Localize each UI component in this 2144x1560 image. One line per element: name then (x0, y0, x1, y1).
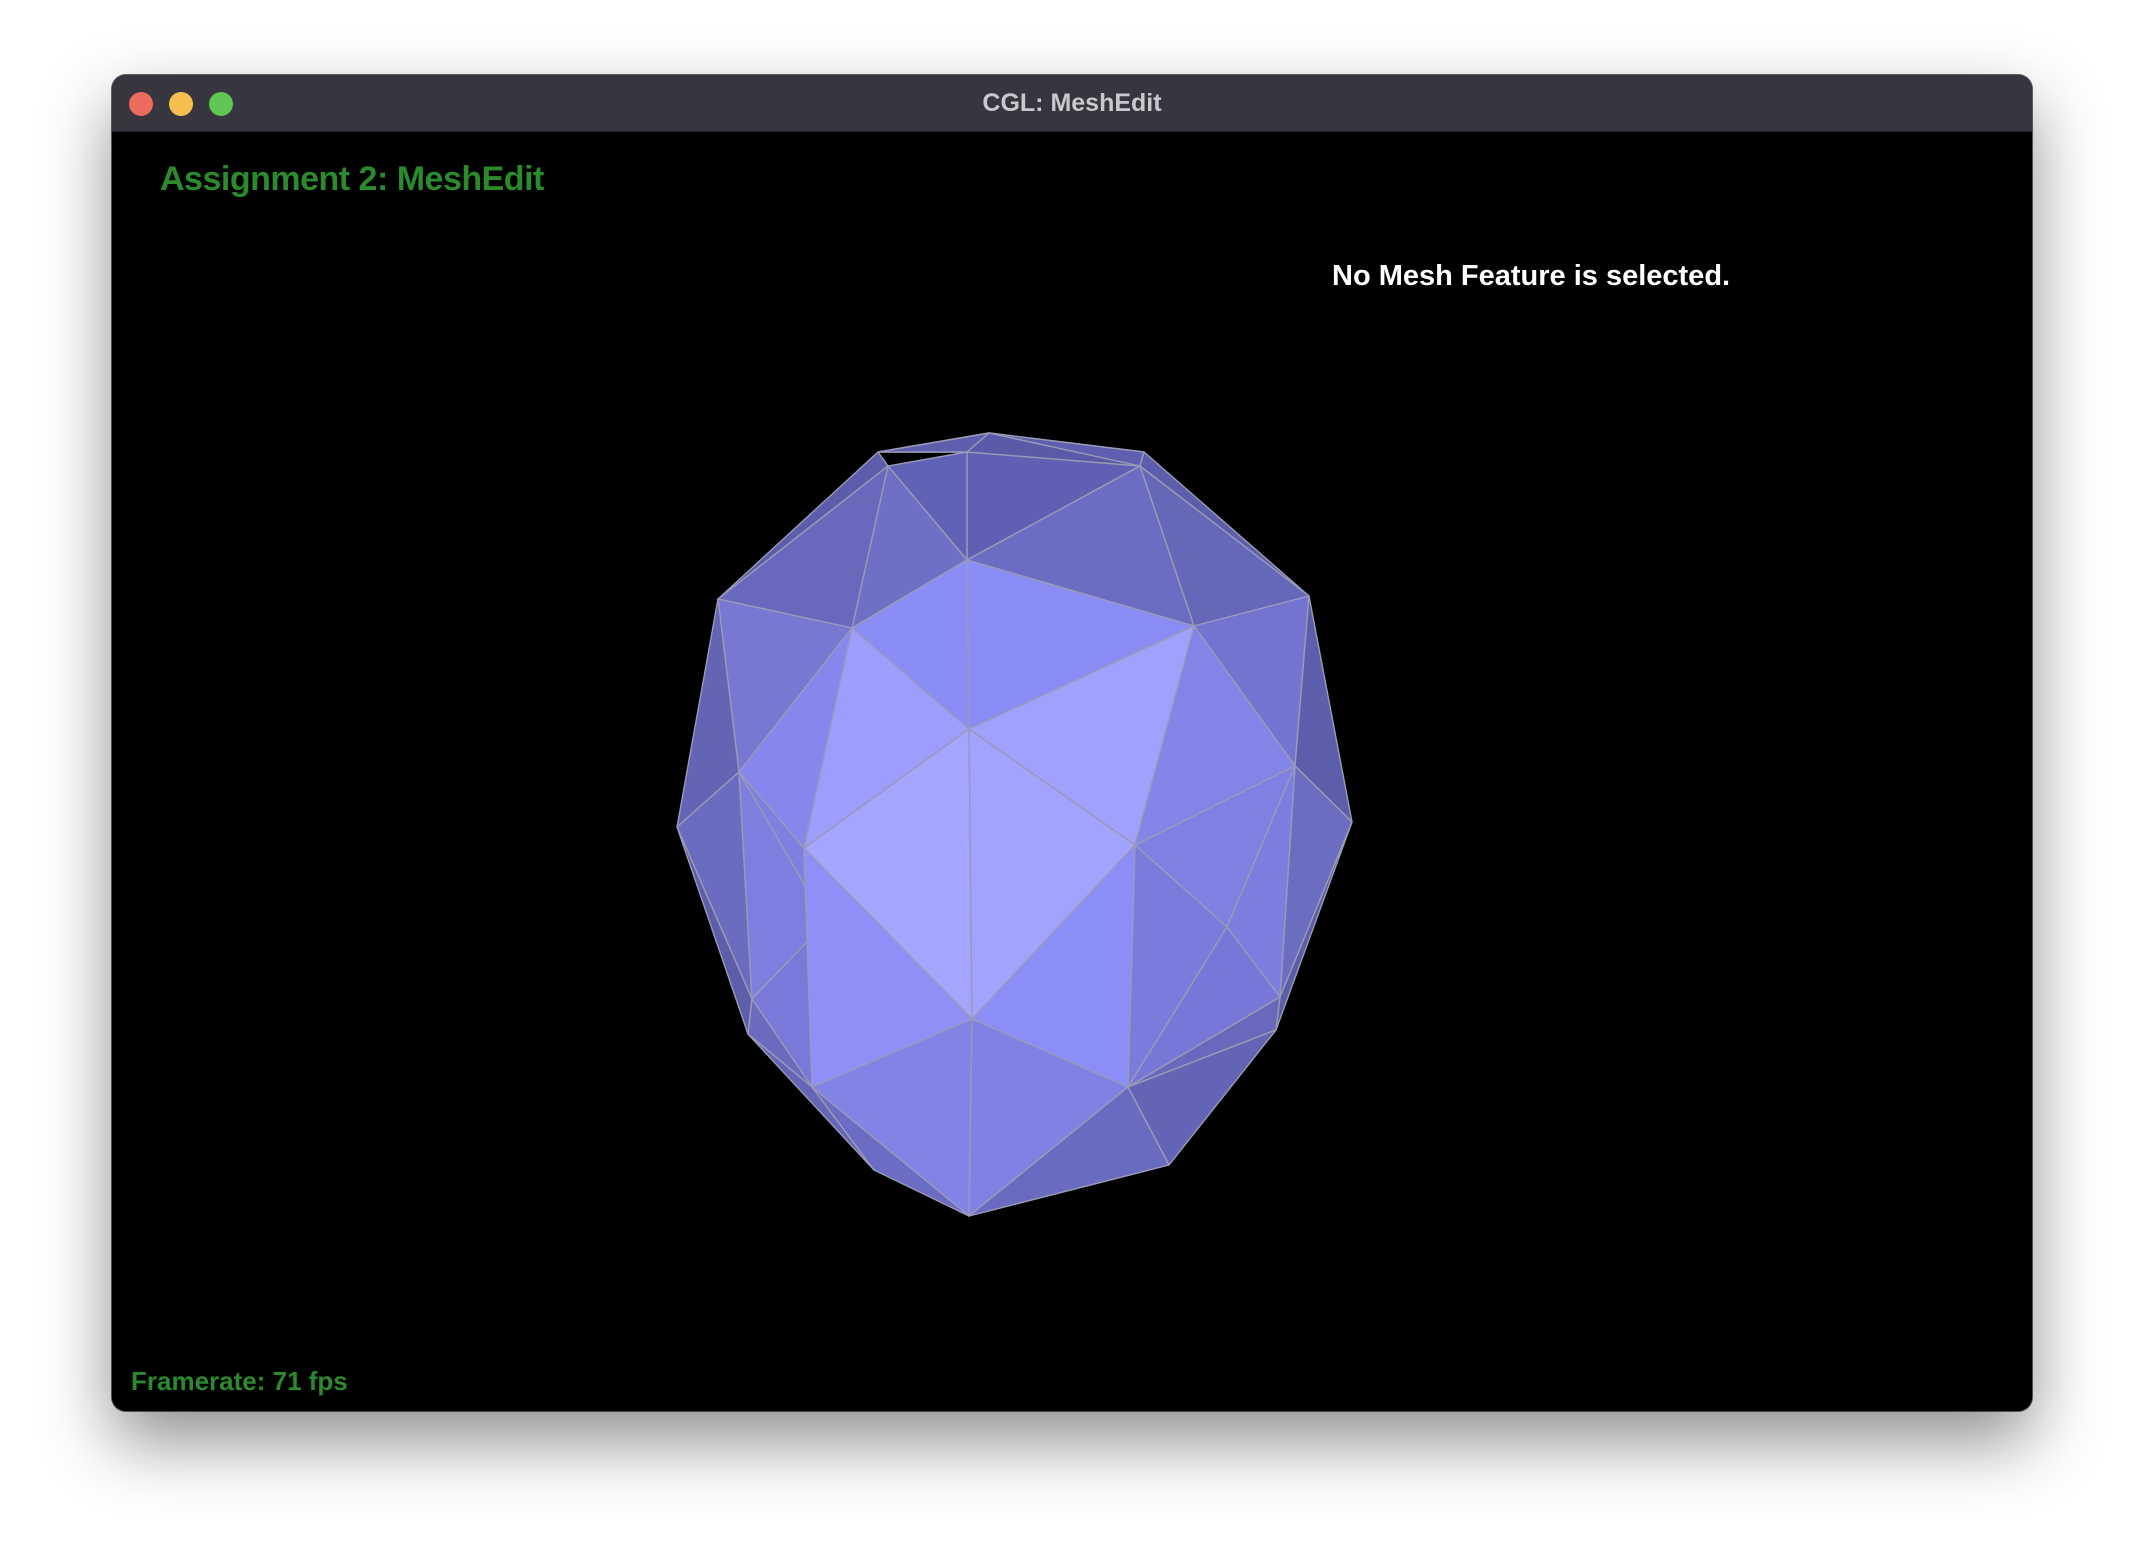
app-title: Assignment 2: MeshEdit (160, 160, 544, 198)
window-title: CGL: MeshEdit (982, 89, 1162, 117)
mesh-render[interactable] (112, 132, 2032, 1411)
selection-status-text: No Mesh Feature is selected. (1332, 260, 1731, 292)
window-titlebar[interactable]: CGL: MeshEdit (112, 75, 2032, 132)
framerate-readout: Framerate: 71 fps (131, 1366, 348, 1396)
application-window: CGL: MeshEdit Assignment 2: MeshEdit No … (112, 75, 2032, 1411)
render-viewport[interactable]: Assignment 2: MeshEdit No Mesh Feature i… (112, 132, 2032, 1411)
